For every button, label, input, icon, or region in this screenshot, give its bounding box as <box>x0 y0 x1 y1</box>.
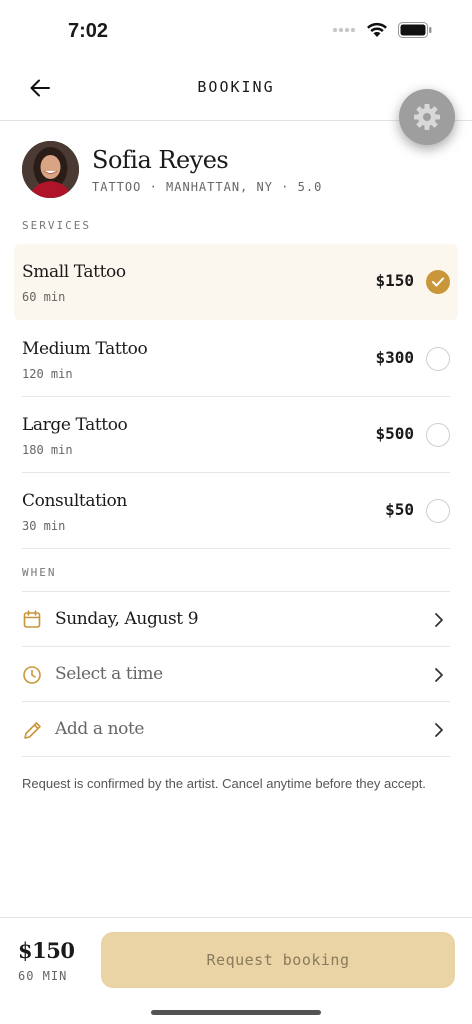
artist-photo <box>22 141 79 198</box>
artist-meta: TATTOO · MANHATTAN, NY · 5.0 <box>92 180 323 194</box>
service-duration: 60 min <box>22 290 66 304</box>
service-name: Consultation <box>22 491 127 511</box>
service-price: $150 <box>375 271 414 290</box>
status-icons <box>332 22 432 38</box>
service-price: $50 <box>385 500 414 519</box>
calendar-icon <box>23 610 41 628</box>
note-placeholder: Add a note <box>55 719 145 739</box>
service-duration: 30 min <box>22 519 66 533</box>
date-row[interactable]: Sunday, August 9 <box>22 591 450 647</box>
gear-icon <box>414 104 440 130</box>
status-bar: 7:02 <box>0 0 472 60</box>
home-indicator <box>151 1010 321 1015</box>
chevron-right-icon <box>435 613 443 627</box>
service-option-consultation[interactable]: Consultation 30 min $50 <box>22 473 450 549</box>
service-radio-selected[interactable] <box>426 270 450 294</box>
total-duration: 60 MIN <box>18 969 68 983</box>
page-title: BOOKING <box>197 78 275 96</box>
service-price: $300 <box>375 348 414 367</box>
service-option-small-tattoo[interactable]: Small Tattoo 60 min $150 <box>14 244 458 320</box>
service-radio[interactable] <box>426 423 450 447</box>
settings-button[interactable] <box>399 89 455 145</box>
clock-icon <box>23 666 41 684</box>
check-icon <box>432 277 444 287</box>
date-value: Sunday, August 9 <box>55 609 199 629</box>
services-label: SERVICES <box>22 219 91 232</box>
signal-icon <box>332 27 356 33</box>
total-price: $150 <box>18 938 75 963</box>
avatar <box>22 141 79 198</box>
chevron-right-icon <box>435 668 443 682</box>
service-name: Small Tattoo <box>22 262 126 282</box>
time-placeholder: Select a time <box>55 664 163 684</box>
service-radio[interactable] <box>426 347 450 371</box>
status-time: 7:02 <box>68 20 109 42</box>
service-option-large-tattoo[interactable]: Large Tattoo 180 min $500 <box>22 397 450 473</box>
note-row[interactable]: Add a note <box>22 701 450 757</box>
artist-name: Sofia Reyes <box>92 146 229 174</box>
when-label: WHEN <box>22 566 57 579</box>
service-radio[interactable] <box>426 499 450 523</box>
service-duration: 180 min <box>22 443 73 457</box>
wifi-icon <box>367 22 387 37</box>
request-booking-button[interactable]: Request booking <box>101 932 455 988</box>
service-option-medium-tattoo[interactable]: Medium Tattoo 120 min $300 <box>22 321 450 397</box>
confirmation-notice: Request is confirmed by the artist. Canc… <box>22 776 426 791</box>
booking-footer: $150 60 MIN Request booking <box>0 917 472 1024</box>
service-price: $500 <box>375 424 414 443</box>
service-name: Medium Tattoo <box>22 339 148 359</box>
time-row[interactable]: Select a time <box>22 646 450 702</box>
service-name: Large Tattoo <box>22 415 128 435</box>
service-duration: 120 min <box>22 367 73 381</box>
chevron-right-icon <box>435 723 443 737</box>
battery-icon <box>398 22 432 38</box>
pencil-icon <box>24 722 41 739</box>
